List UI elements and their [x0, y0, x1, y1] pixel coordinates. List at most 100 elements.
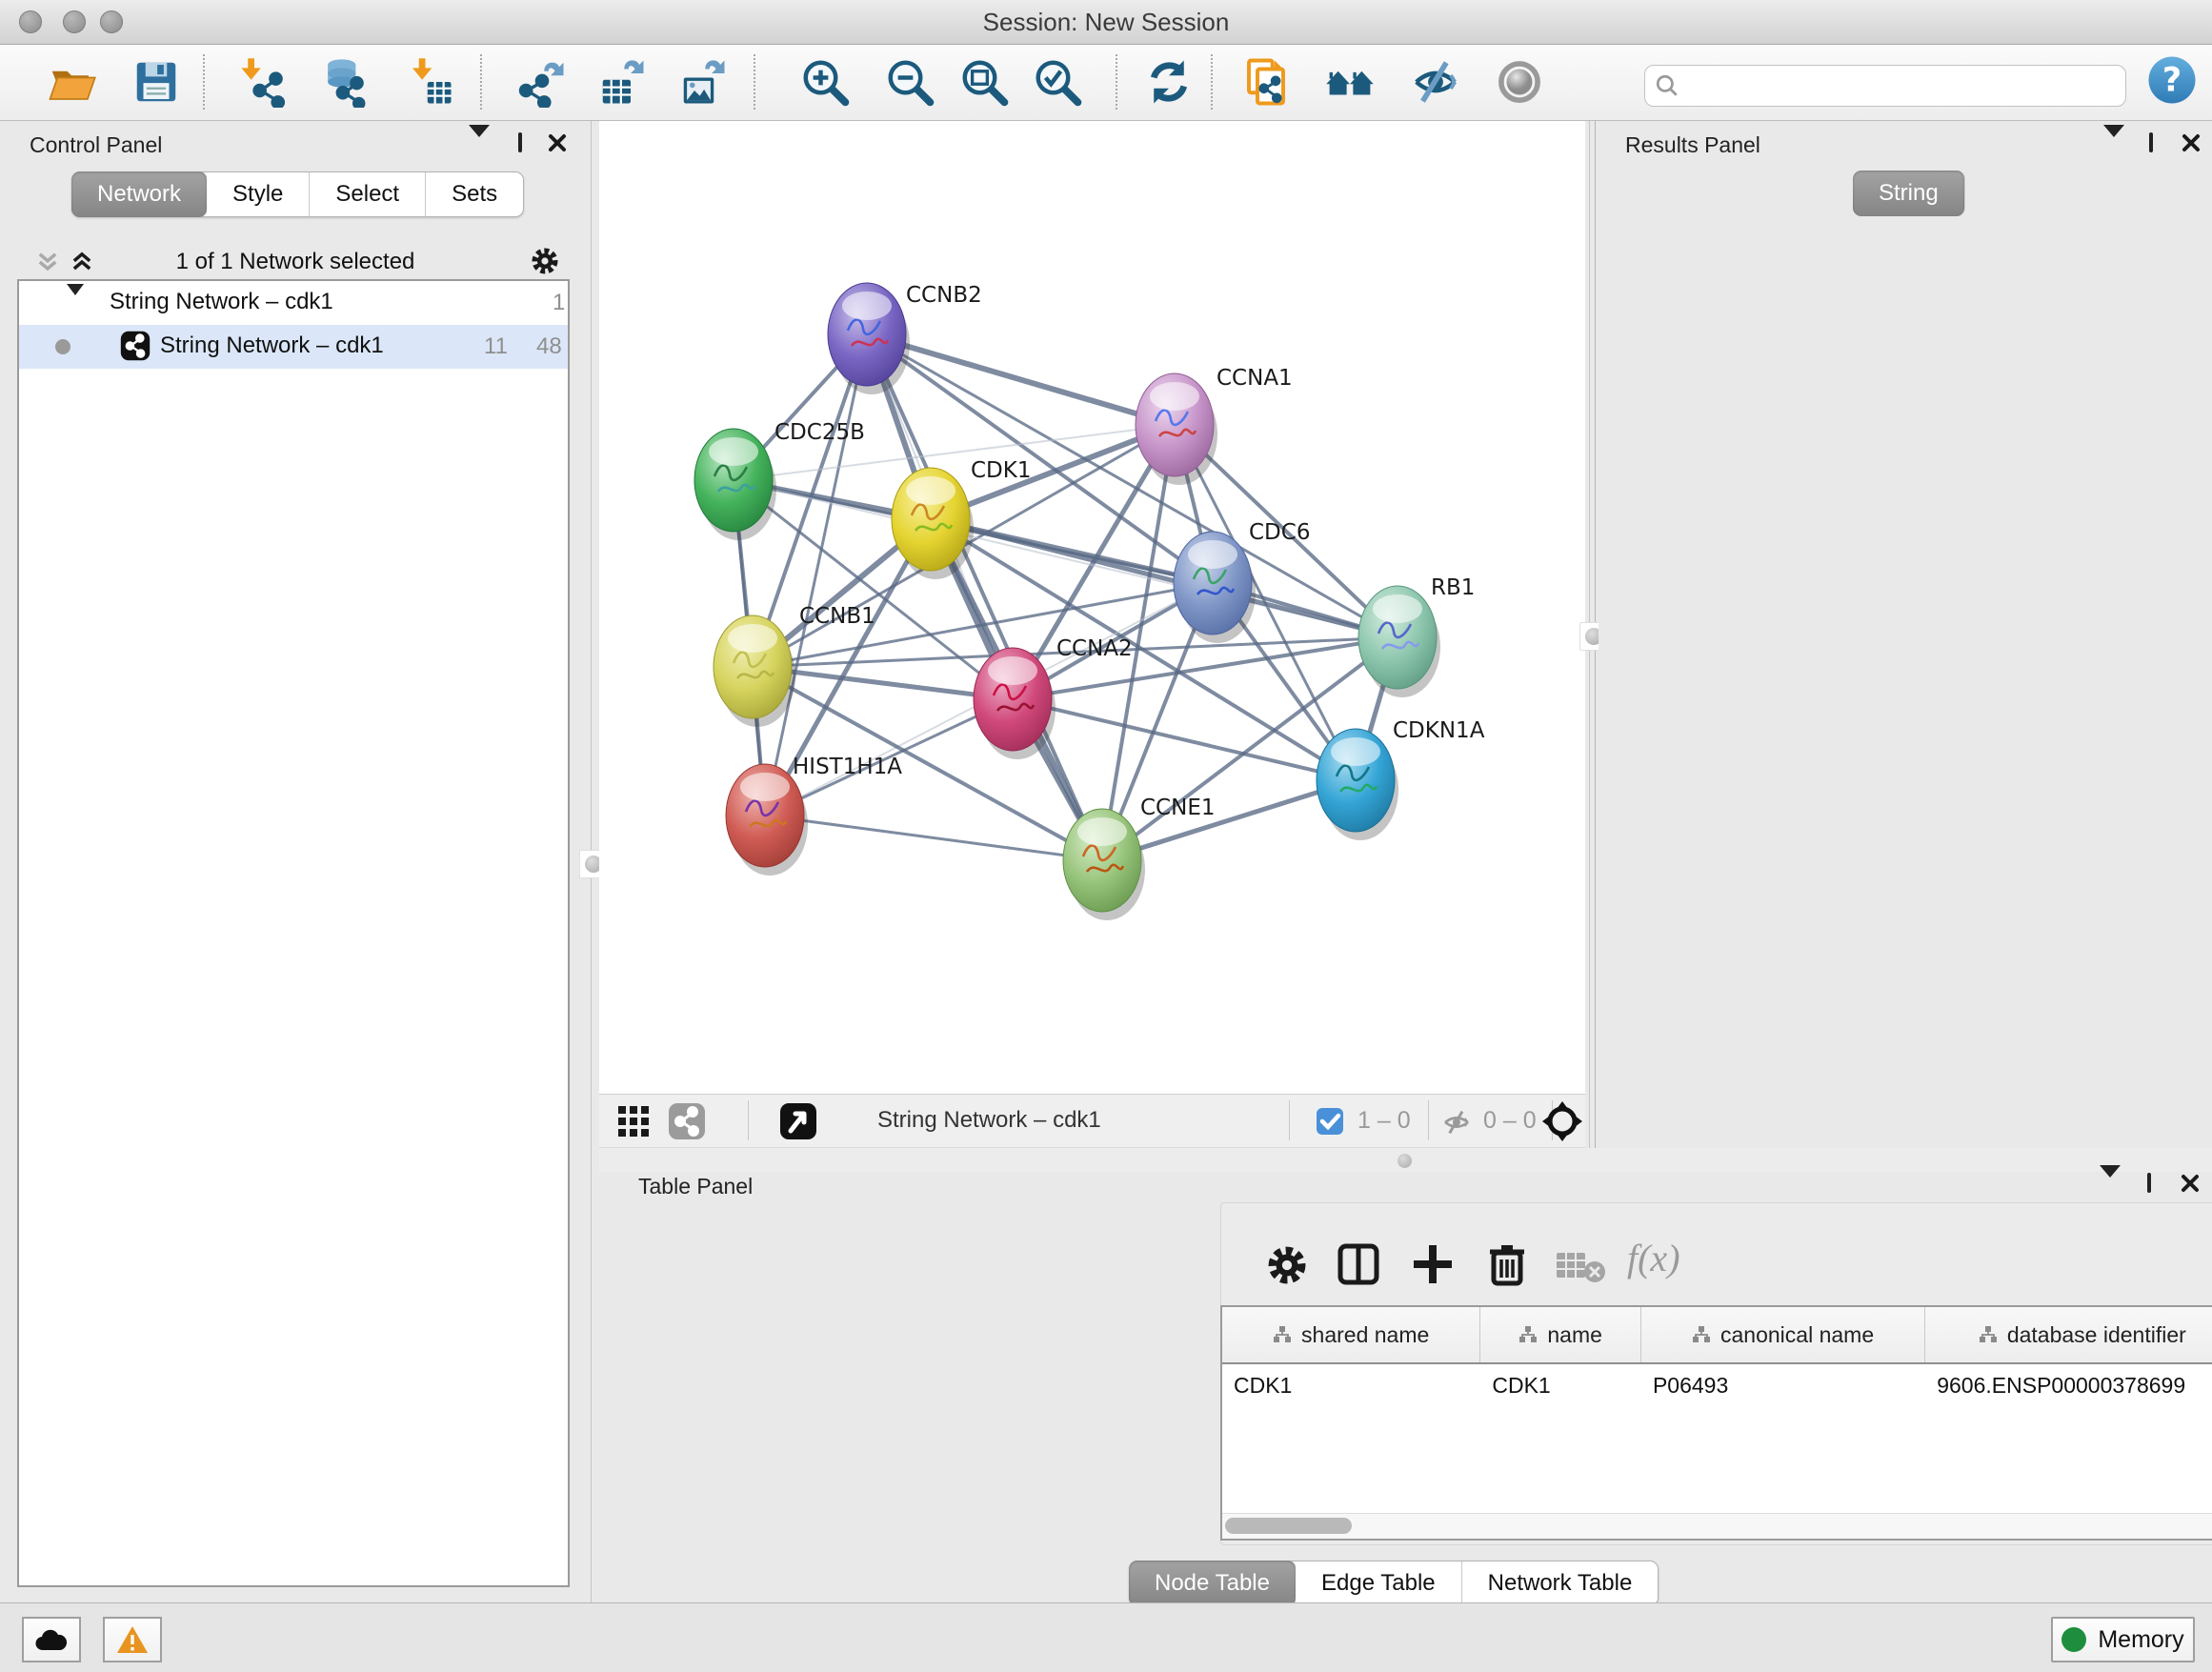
tab-node-table[interactable]: Node Table — [1129, 1561, 1297, 1606]
import-table-icon[interactable] — [404, 56, 455, 108]
zoom-in-icon[interactable] — [799, 56, 851, 108]
panel-float-icon[interactable] — [518, 134, 539, 155]
memory-button[interactable]: Memory — [2051, 1617, 2195, 1662]
current-network-dot — [55, 339, 70, 354]
selected-node-counts: 1 – 0 — [1357, 1107, 1411, 1135]
table-row[interactable]: CDK1CDK1P064939606.ENSP00000378699cyclin… — [1222, 1364, 2212, 1408]
delete-column-trash-icon[interactable] — [1484, 1241, 1530, 1287]
column-type-icon — [1692, 1325, 1711, 1344]
import-network-database-icon[interactable] — [318, 56, 370, 108]
column-header-database-identifier[interactable]: database identifier — [1925, 1307, 2212, 1362]
horizontal-splitter[interactable] — [599, 1148, 2212, 1172]
import-network-file-icon[interactable] — [237, 56, 289, 108]
panel-collapse-icon[interactable] — [469, 137, 490, 158]
network-tree-row[interactable]: String Network – cdk1 1 — [19, 281, 568, 325]
column-header-canonical-name[interactable]: canonical name — [1641, 1307, 1925, 1362]
node-table: shared namenamecanonical namedatabase id… — [1220, 1305, 2212, 1541]
node-label: CCNB1 — [799, 604, 875, 629]
table-tabs: Node TableEdge TableNetwork Table — [1129, 1561, 1659, 1606]
network-node-cdc6[interactable]: CDC6 — [1174, 520, 1310, 643]
tab-network[interactable]: Network — [71, 171, 208, 217]
splitter-dot[interactable] — [1398, 1154, 1412, 1168]
network-edge[interactable] — [765, 816, 1102, 860]
tab-select[interactable]: Select — [310, 172, 426, 216]
panel-close-icon[interactable] — [2182, 133, 2202, 154]
column-header-name[interactable]: name — [1480, 1307, 1641, 1362]
network-node-ccnb2[interactable]: CCNB2 — [828, 283, 982, 394]
open-in-window-icon[interactable] — [779, 1102, 817, 1140]
control-panel: Control Panel NetworkStyleSelectSets 1 o… — [0, 121, 587, 1602]
open-session-icon[interactable] — [46, 56, 97, 108]
tab-style[interactable]: Style — [207, 172, 310, 216]
export-image-icon[interactable] — [677, 56, 729, 108]
network-canvas[interactable]: CCNB2CCNA1CDC25BCDK1CDC6RB1CCNB1CCNA2CDK… — [599, 121, 1585, 1094]
export-table-icon[interactable] — [596, 56, 648, 108]
cloud-button[interactable] — [22, 1617, 81, 1662]
save-session-icon[interactable] — [131, 56, 182, 108]
network-options-gear-icon[interactable] — [530, 246, 560, 276]
warning-button[interactable] — [103, 1617, 162, 1662]
selected-checkbox-icon[interactable] — [1316, 1107, 1344, 1136]
tab-string[interactable]: String — [1853, 171, 1965, 216]
network-node-ccna2[interactable]: CCNA2 — [974, 636, 1133, 759]
tab-edge-table[interactable]: Edge Table — [1296, 1561, 1462, 1605]
tree-row-label: String Network – cdk1 — [110, 289, 333, 315]
search-input[interactable] — [1687, 68, 2120, 104]
network-node-hist1h1a[interactable]: HIST1H1A — [726, 755, 902, 876]
node-count: 11 — [484, 333, 508, 360]
tab-sets[interactable]: Sets — [426, 172, 523, 216]
column-type-icon — [1273, 1325, 1292, 1344]
network-node-rb1[interactable]: RB1 — [1358, 575, 1475, 697]
panel-collapse-icon[interactable] — [2103, 137, 2124, 158]
expand-all-tree-icon[interactable] — [69, 249, 95, 275]
panel-float-icon[interactable] — [2149, 134, 2170, 155]
tab-network-table[interactable]: Network Table — [1462, 1561, 1659, 1605]
fit-selected-crosshair-icon[interactable] — [1540, 1099, 1584, 1143]
panel-collapse-icon[interactable] — [2100, 1178, 2121, 1199]
panel-close-icon[interactable] — [2181, 1174, 2202, 1195]
network-view-title: String Network – cdk1 — [877, 1107, 1101, 1134]
table-horizontal-scrollbar[interactable] — [1222, 1513, 2212, 1539]
table-options-gear-icon[interactable] — [1265, 1243, 1309, 1287]
network-edge[interactable] — [867, 334, 1102, 860]
network-edge[interactable] — [931, 519, 1398, 637]
network-node-ccna1[interactable]: CCNA1 — [1136, 366, 1293, 485]
show-columns-icon[interactable] — [1336, 1241, 1381, 1287]
birdseye-grid-icon[interactable] — [616, 1104, 651, 1138]
network-edge[interactable] — [867, 334, 1175, 425]
network-node-cdc25b[interactable]: CDC25B — [694, 420, 865, 540]
zoom-out-icon[interactable] — [884, 56, 935, 108]
column-type-icon — [1518, 1325, 1538, 1344]
window-title: Session: New Session — [0, 0, 2212, 44]
toolbar-separator — [754, 54, 755, 110]
table-cell[interactable]: P06493 — [1641, 1364, 1925, 1408]
help-icon[interactable]: ? — [2145, 53, 2197, 105]
network-node-ccne1[interactable]: CCNE1 — [1063, 796, 1216, 920]
table-cell[interactable]: CDK1 — [1480, 1364, 1641, 1408]
search-box[interactable] — [1644, 65, 2126, 107]
scrollbar-thumb[interactable] — [1225, 1518, 1352, 1534]
panel-float-icon[interactable] — [2147, 1175, 2168, 1196]
toolbar-separator — [1428, 1100, 1429, 1140]
zoom-selected-icon[interactable] — [1032, 56, 1083, 108]
table-cell[interactable]: CDK1 — [1222, 1364, 1480, 1408]
panel-close-icon[interactable] — [548, 133, 569, 154]
table-cell[interactable]: 9606.ENSP00000378699 — [1925, 1364, 2212, 1408]
export-network-icon[interactable] — [516, 56, 568, 108]
orb-icon[interactable] — [1494, 56, 1545, 108]
network-node-cdkn1a[interactable]: CDKN1A — [1317, 718, 1485, 840]
zoom-fit-icon[interactable] — [958, 56, 1010, 108]
refresh-icon[interactable] — [1143, 56, 1195, 108]
tree-row-count: 1 — [553, 290, 565, 316]
network-tree-row[interactable]: String Network – cdk11148 — [19, 325, 568, 369]
column-header-shared-name[interactable]: shared name — [1222, 1307, 1480, 1362]
network-edge[interactable] — [765, 334, 867, 816]
clone-network-icon[interactable] — [1240, 56, 1292, 108]
hidden-eye-slash-icon[interactable] — [1441, 1107, 1472, 1138]
tree-expand-icon[interactable] — [67, 295, 84, 322]
add-column-icon[interactable] — [1410, 1241, 1456, 1287]
hide-unhide-icon[interactable] — [1410, 56, 1461, 108]
string-network-badge-icon[interactable] — [668, 1102, 706, 1140]
collapse-all-tree-icon[interactable] — [34, 249, 61, 275]
homes-icon[interactable] — [1324, 56, 1376, 108]
